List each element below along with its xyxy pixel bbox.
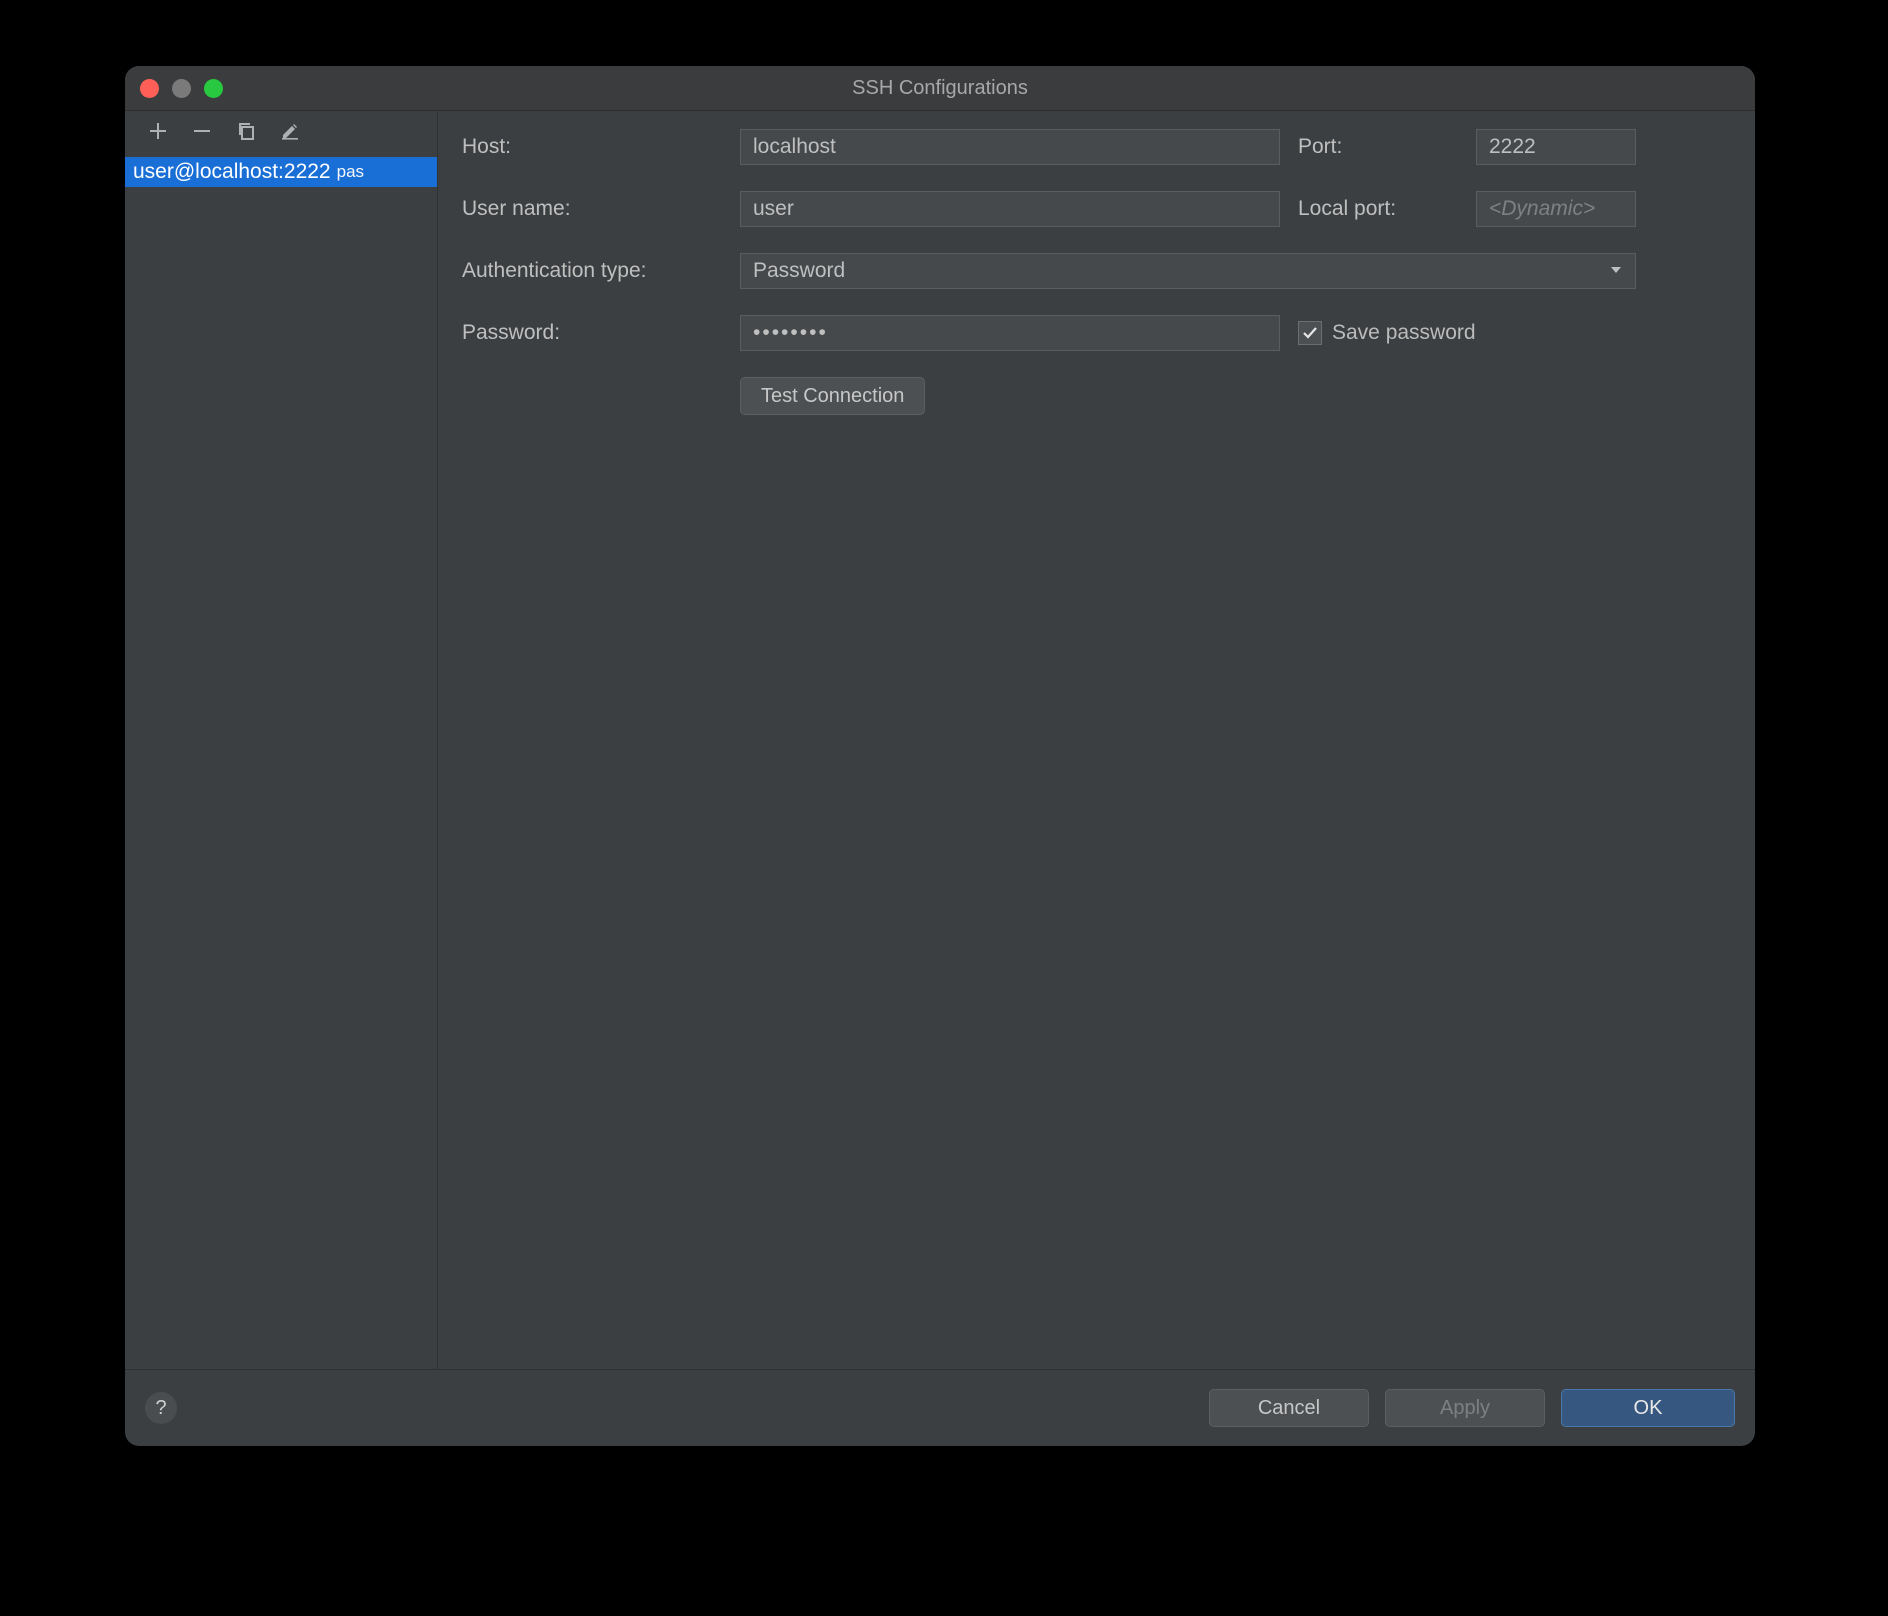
test-connection-button[interactable]: Test Connection	[740, 377, 925, 415]
configuration-item-suffix: pas	[337, 162, 364, 182]
edit-configuration-button[interactable]	[277, 121, 303, 147]
auth-type-select[interactable]: Password	[740, 253, 1636, 289]
auth-type-value: Password	[753, 259, 845, 283]
configuration-list-item[interactable]: user@localhost:2222 pas	[125, 157, 437, 187]
configuration-item-label: user@localhost:2222	[133, 160, 331, 184]
port-input[interactable]	[1476, 129, 1636, 165]
remove-configuration-button[interactable]	[189, 121, 215, 147]
configuration-form: Host: Port: User name: Local port: Authe…	[438, 111, 1755, 1369]
local-port-label: Local port:	[1298, 197, 1458, 221]
auth-type-label: Authentication type:	[462, 259, 722, 283]
checkbox-box	[1298, 321, 1322, 345]
save-password-checkbox[interactable]: Save password	[1298, 321, 1636, 345]
minus-icon	[193, 122, 211, 146]
password-input[interactable]	[740, 315, 1280, 351]
chevron-down-icon	[1609, 259, 1623, 283]
copy-configuration-button[interactable]	[233, 121, 259, 147]
ok-button[interactable]: OK	[1561, 1389, 1735, 1427]
question-icon: ?	[155, 1397, 166, 1420]
configurations-sidebar: user@localhost:2222 pas	[125, 111, 438, 1369]
traffic-lights	[140, 79, 223, 98]
cancel-button[interactable]: Cancel	[1209, 1389, 1369, 1427]
save-password-label: Save password	[1332, 321, 1476, 345]
local-port-input[interactable]	[1476, 191, 1636, 227]
copy-icon	[237, 122, 255, 146]
password-label: Password:	[462, 321, 722, 345]
dialog-footer: ? Cancel Apply OK	[125, 1369, 1755, 1446]
window-close-button[interactable]	[140, 79, 159, 98]
username-label: User name:	[462, 197, 722, 221]
username-input[interactable]	[740, 191, 1280, 227]
titlebar: SSH Configurations	[125, 66, 1755, 111]
ssh-configurations-dialog: SSH Configurations	[125, 66, 1755, 1446]
host-label: Host:	[462, 135, 722, 159]
sidebar-toolbar	[125, 111, 437, 157]
apply-button[interactable]: Apply	[1385, 1389, 1545, 1427]
help-button[interactable]: ?	[145, 1392, 177, 1424]
add-configuration-button[interactable]	[145, 121, 171, 147]
window-minimize-button[interactable]	[172, 79, 191, 98]
port-label: Port:	[1298, 135, 1458, 159]
configurations-list: user@localhost:2222 pas	[125, 157, 437, 1369]
dialog-body: user@localhost:2222 pas Host: Port: User…	[125, 111, 1755, 1369]
host-input[interactable]	[740, 129, 1280, 165]
pencil-icon	[281, 122, 299, 146]
window-zoom-button[interactable]	[204, 79, 223, 98]
dialog-title: SSH Configurations	[125, 77, 1755, 100]
plus-icon	[149, 122, 167, 146]
